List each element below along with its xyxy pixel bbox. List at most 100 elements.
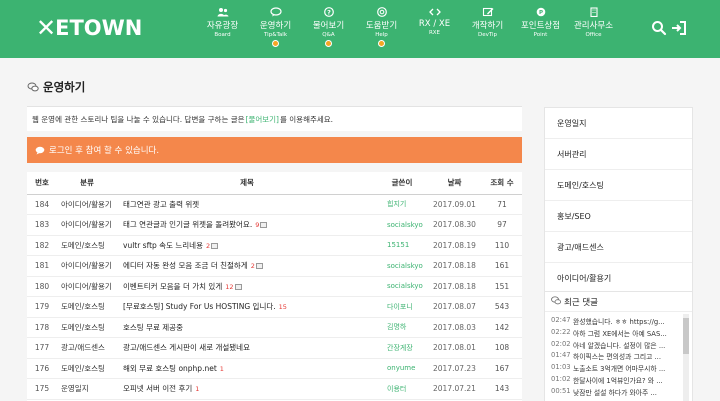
post-date: 2017.09.01 (427, 194, 482, 215)
nav-item-devtip[interactable]: 개작하기 DevTip (461, 4, 514, 54)
post-subject-cell: 해외 무료 호스팅 onphp.net 1 (117, 358, 377, 379)
post-author[interactable]: 이용터 (377, 378, 427, 400)
sidebar-item-domain-hosting[interactable]: 도메인/호스팅 (545, 170, 692, 201)
post-author[interactable]: 15151 (377, 235, 427, 256)
sidebar-item-adsense[interactable]: 광고/애드센스 (545, 232, 692, 263)
table-row[interactable]: 178 도메인/호스팅 호스팅 무료 제공중 김명하 2017.08.03 142 (27, 317, 522, 338)
post-category: 아이디어/활용기 (57, 255, 117, 277)
post-date: 2017.08.19 (427, 235, 482, 256)
post-title-link[interactable]: 해외 무료 호스팅 onphp.net (123, 364, 217, 373)
chat-icon (269, 7, 282, 17)
sidebar-item-ideas[interactable]: 아이디어/활용기 (545, 263, 692, 294)
post-category: 아이디어/활용기 (57, 194, 117, 215)
post-title-link[interactable]: [무료호스팅] Study For Us HOSTING 입니다. (123, 302, 276, 311)
comment-excerpt: 완성했습니다. ㅎㅎ https://g... (573, 318, 665, 326)
comment-count[interactable]: 1 (195, 385, 199, 393)
comment-count[interactable]: 2 (206, 242, 210, 250)
login-icon[interactable] (671, 20, 687, 36)
nav-item-tiptalk[interactable]: 운영하기 Tip&Talk (249, 4, 302, 54)
site-logo[interactable]: ✕ ETOWN (36, 14, 142, 42)
post-category: 운영일지 (57, 378, 117, 400)
nav-item-help[interactable]: 도움받기 Help (355, 4, 408, 54)
nav-label: 운영하기 (259, 21, 292, 31)
search-icon[interactable] (651, 20, 667, 36)
table-row[interactable]: 182 도메인/호스팅 vultr sftp 속도 느리네용 2 15151 2017.0… (27, 235, 522, 256)
table-header-row: 번호 분류 제목 글쓴이 날짜 조회 수 (27, 172, 522, 195)
post-views: 161 (482, 255, 522, 277)
recent-comment-item[interactable]: 02:47 완성했습니다. ㅎㅎ https://g... (551, 316, 681, 328)
qna-link[interactable]: [물어보기] (246, 114, 279, 125)
post-author[interactable]: 김명하 (377, 317, 427, 338)
nav-label: RX / XE (418, 19, 451, 29)
login-required-notice[interactable]: 로그인 후 참여 할 수 있습니다. (27, 137, 522, 163)
post-views: 543 (482, 296, 522, 318)
table-row[interactable]: 177 광고/애드센스 광고/애드센스 게시판이 새로 개설됐네요 간장게장 2017.… (27, 337, 522, 359)
code-icon (428, 7, 441, 17)
post-title-link[interactable]: 이벤트티커 모음을 더 가치 있게 (123, 282, 222, 291)
col-header-author[interactable]: 글쓴이 (377, 172, 427, 195)
comment-count[interactable]: 15 (279, 303, 287, 311)
nav-item-office[interactable]: 관리사무소 Office (567, 4, 620, 54)
scrollbar[interactable] (683, 314, 689, 401)
post-subject-cell: 이벤트티커 모음을 더 가치 있게 12 (117, 276, 377, 297)
recent-comment-item[interactable]: 00:51 낮잠만 설설 하다가 와아주 ... (551, 387, 681, 399)
nav-item-point[interactable]: P 포인트상점 Point (514, 4, 567, 54)
nav-label: 개작하기 (471, 21, 504, 31)
table-row[interactable]: 176 도메인/호스팅 해외 무료 호스팅 onphp.net 1 onyume 2017… (27, 358, 522, 379)
table-row[interactable]: 179 도메인/호스팅 [무료호스팅] Study For Us HOSTING 입… (27, 296, 522, 318)
col-header-subject[interactable]: 제목 (117, 172, 377, 195)
post-author[interactable]: socialskyo (377, 276, 427, 297)
table-row[interactable]: 184 아이디어/활용기 태그연관 광고 출력 위젯 힙지기 2017.09.01 71 (27, 194, 522, 215)
table-row[interactable]: 175 운영일지 오피넷 서버 이전 후기 1 이용터 2017.07.21 143 (27, 378, 522, 400)
post-title-link[interactable]: 태그 연관글과 인기글 위젯을 돌려봤어요. (123, 220, 252, 229)
nav-item-rxe[interactable]: RX / XE RXE (408, 4, 461, 54)
recent-comment-item[interactable]: 02:02 아네 알겠습니다. 설정이 많은 ... (551, 340, 681, 352)
post-title-link[interactable]: 태그연관 광고 출력 위젯 (123, 200, 199, 209)
main-nav: 자유광장 Board 운영하기 Tip&Talk ? 물어보기 Q&A 도움받기… (196, 4, 620, 54)
table-row[interactable]: 183 아이디어/활용기 태그 연관글과 인기글 위젯을 돌려봤어요. 9 social… (27, 214, 522, 236)
post-author[interactable]: socialskyo (377, 214, 427, 236)
post-title-link[interactable]: 호스팅 무료 제공중 (123, 323, 183, 332)
post-author[interactable]: 힙지기 (377, 194, 427, 215)
nav-sublabel: DevTip (477, 32, 498, 38)
scrollbar-thumb[interactable] (683, 318, 689, 354)
recent-comment-item[interactable]: 02:22 아하 그럼 XE에서는 아예 SAS... (551, 328, 681, 340)
post-number: 182 (27, 235, 57, 256)
table-row[interactable]: 181 아이디어/활용기 에디터 자동 완성 모음 조금 더 친절하게 2 social… (27, 255, 522, 277)
post-title-link[interactable]: vultr sftp 속도 느리네용 (123, 241, 203, 250)
recent-comment-item[interactable]: 01:02 한달사이에 1억뷰인가요? 와 ... (551, 375, 681, 387)
post-author[interactable]: 간장게장 (377, 337, 427, 359)
nav-item-board[interactable]: 자유광장 Board (196, 4, 249, 54)
nav-label: 물어보기 (312, 21, 345, 31)
post-number: 176 (27, 358, 57, 379)
post-number: 179 (27, 296, 57, 318)
sidebar-item-server[interactable]: 서버관리 (545, 139, 692, 170)
nav-item-qna[interactable]: ? 물어보기 Q&A (302, 4, 355, 54)
comment-count[interactable]: 1 (220, 365, 224, 373)
comment-excerpt: 한달사이에 1억뷰인가요? 와 ... (573, 376, 663, 385)
post-author[interactable]: 다이포니 (377, 296, 427, 318)
post-title-link[interactable]: 오피넷 서버 이전 후기 (123, 384, 192, 393)
sidebar-item-seo[interactable]: 홍보/SEO (545, 201, 692, 232)
comment-count[interactable]: 2 (251, 262, 255, 270)
main-content: 운영하기 웹 운영에 관한 스토리나 팁을 나눌 수 있습니다. 답변을 구하는… (27, 58, 522, 401)
post-title-link[interactable]: 에디터 자동 완성 모음 조금 더 친절하게 (123, 261, 248, 270)
post-author[interactable]: onyume (377, 358, 427, 379)
post-title-link[interactable]: 광고/애드센스 게시판이 새로 개설됐네요 (123, 343, 250, 352)
col-header-category[interactable]: 분류 (57, 172, 117, 195)
comment-time: 02:02 (551, 339, 571, 348)
coin-icon: P (535, 7, 547, 17)
comment-time: 01:02 (551, 374, 571, 383)
comment-count[interactable]: 9 (255, 221, 259, 229)
table-row[interactable]: 180 아이디어/활용기 이벤트티커 모음을 더 가치 있게 12 socialskyo… (27, 276, 522, 297)
nav-label: 도움받기 (365, 21, 398, 31)
col-header-date[interactable]: 날짜 (427, 172, 482, 195)
sidebar-item-ops-log[interactable]: 운영일지 (545, 108, 692, 139)
recent-comment-item[interactable]: 01:03 노출소트 3억개면 어마무시하 ... (551, 363, 681, 375)
col-header-views[interactable]: 조회 수 (482, 172, 522, 195)
comment-count[interactable]: 12 (225, 283, 233, 291)
recent-comment-item[interactable]: 01:47 하이픽스는 편의성과 그리고 ... (551, 351, 681, 363)
col-header-num[interactable]: 번호 (27, 172, 57, 195)
comment-time: 02:47 (551, 316, 571, 324)
post-author[interactable]: socialskyo (377, 255, 427, 277)
